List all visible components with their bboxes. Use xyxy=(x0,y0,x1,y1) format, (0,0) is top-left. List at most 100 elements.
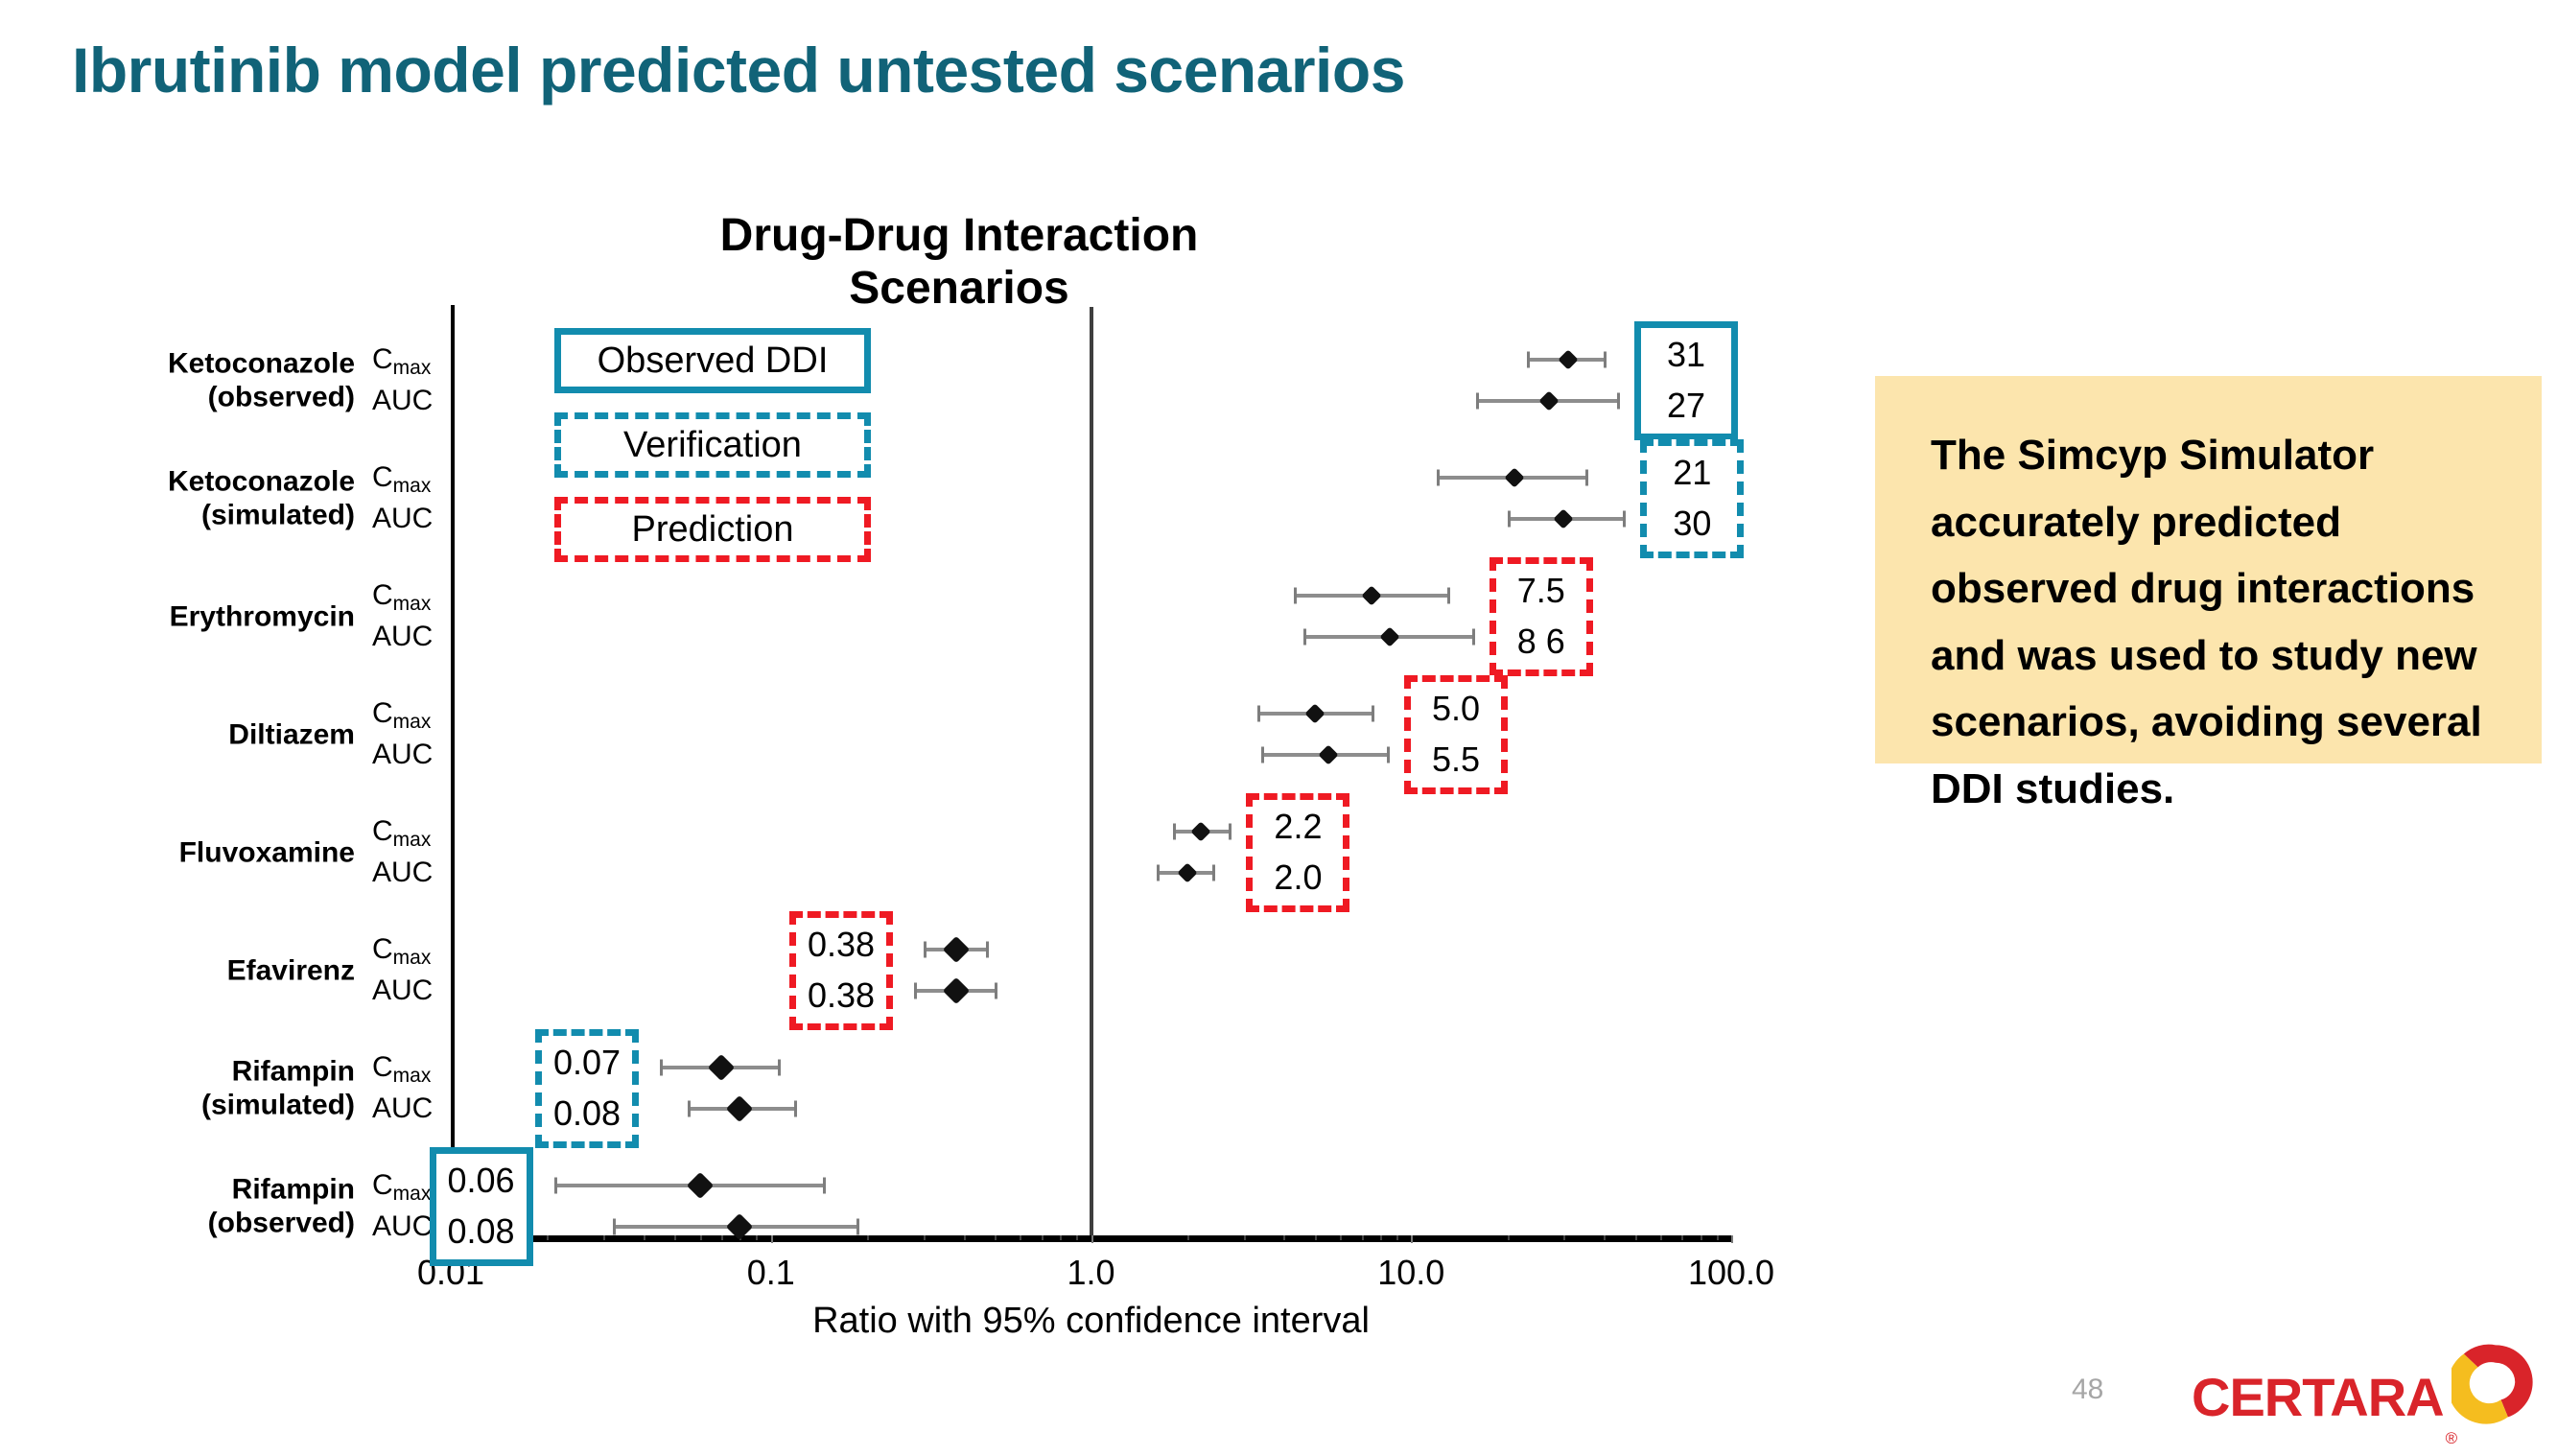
page-number: 48 xyxy=(2072,1374,2104,1405)
row-metric-label: AUC xyxy=(372,857,434,888)
x-minor-tick xyxy=(1681,1235,1684,1240)
x-tick xyxy=(1411,1235,1414,1243)
row-group-line1: Fluvoxamine xyxy=(178,835,355,868)
callout-panel: The Simcyp Simulator accurately predicte… xyxy=(1875,376,2542,812)
x-tick xyxy=(1731,1235,1733,1243)
data-point-marker xyxy=(1538,390,1560,411)
x-minor-tick xyxy=(547,1235,550,1240)
row-value-text: 5.0 xyxy=(1431,689,1480,729)
row-metric-label: AUC xyxy=(372,739,434,770)
row-value-box: 2.2 2.0 xyxy=(1246,792,1350,912)
confidence-interval-cap xyxy=(986,941,990,958)
row-value-box: 5.0 5.5 xyxy=(1403,674,1508,794)
legend-item-1: Verification xyxy=(554,412,871,478)
data-point-marker xyxy=(726,1094,754,1123)
row-value-box: 7.5 8 6 xyxy=(1489,556,1593,676)
row-metric-label: Cmax xyxy=(372,933,432,969)
confidence-interval-cap xyxy=(1507,510,1511,528)
legend-item-label: Prediction xyxy=(631,508,794,550)
x-minor-tick xyxy=(674,1235,677,1240)
row-group-label: Rifampin (simulated) xyxy=(96,1054,355,1122)
legend-item-label: Observed DDI xyxy=(597,340,829,381)
confidence-interval-cap xyxy=(1617,392,1620,410)
confidence-interval-cap xyxy=(660,1059,663,1076)
confidence-interval-cap xyxy=(612,1218,616,1235)
row-metric-label: AUC xyxy=(372,621,434,652)
x-tick-label: 0.1 xyxy=(746,1253,795,1292)
x-minor-tick xyxy=(1604,1235,1607,1240)
row-value-text: 7.5 xyxy=(1516,571,1565,611)
data-point-marker xyxy=(1553,508,1575,529)
row-group-line2: (simulated) xyxy=(200,1089,355,1121)
confidence-interval-cap xyxy=(777,1059,781,1076)
x-minor-tick xyxy=(1076,1235,1079,1240)
x-tick xyxy=(770,1235,773,1243)
data-point-marker xyxy=(1558,349,1579,370)
row-value-text: 27 xyxy=(1666,385,1706,425)
x-minor-tick xyxy=(1659,1235,1662,1240)
x-minor-tick xyxy=(1041,1235,1044,1240)
confidence-interval-cap xyxy=(856,1218,859,1235)
row-value-text: 0.38 xyxy=(807,975,876,1015)
x-minor-tick xyxy=(721,1235,724,1240)
confidence-interval-cap xyxy=(1604,351,1607,368)
confidence-interval-cap xyxy=(1256,705,1260,722)
x-minor-tick xyxy=(699,1235,702,1240)
data-point-marker xyxy=(686,1171,714,1200)
x-minor-tick xyxy=(1186,1235,1189,1240)
confidence-interval-cap xyxy=(553,1177,557,1194)
confidence-interval-cap xyxy=(1212,864,1216,881)
row-value-box: 0.07 0.08 xyxy=(535,1028,639,1148)
x-minor-tick xyxy=(1379,1235,1382,1240)
confidence-interval-cap xyxy=(1229,823,1232,840)
confidence-interval-cap xyxy=(1584,469,1588,486)
data-point-marker xyxy=(1504,467,1525,488)
confidence-interval-cap xyxy=(1156,864,1160,881)
row-group-line1: Ketoconazole xyxy=(167,465,355,498)
legend-item-0: Observed DDI xyxy=(554,328,871,393)
row-group-label: Fluvoxamine xyxy=(96,835,355,869)
confidence-interval-cap xyxy=(1623,510,1627,528)
x-minor-tick xyxy=(995,1235,997,1240)
row-metric-label: AUC xyxy=(372,1092,434,1124)
row-metric-label: Cmax xyxy=(372,815,432,851)
confidence-interval-cap xyxy=(1436,469,1440,486)
row-group-line2: (observed) xyxy=(207,1207,355,1239)
row-group-line1: Diltiazem xyxy=(228,717,355,750)
row-group-label: Efavirenz xyxy=(96,953,355,987)
confidence-interval-cap xyxy=(995,982,998,999)
row-metric-label: AUC xyxy=(372,975,434,1006)
row-value-text: 21 xyxy=(1673,453,1712,493)
row-metric-label: Cmax xyxy=(372,1051,432,1087)
data-point-marker xyxy=(943,935,971,964)
confidence-interval-cap xyxy=(688,1100,692,1117)
data-point-marker xyxy=(1304,703,1325,724)
row-value-box: 0.06 0.08 xyxy=(429,1146,533,1266)
data-point-marker xyxy=(943,976,971,1005)
row-group-label: Erythromycin xyxy=(96,599,355,633)
confidence-interval-cap xyxy=(923,941,927,958)
confidence-interval-cap xyxy=(1447,587,1451,604)
confidence-interval-cap xyxy=(913,982,917,999)
data-point-marker xyxy=(1177,862,1198,883)
row-value-text: 31 xyxy=(1666,335,1706,375)
confidence-interval-cap xyxy=(1386,746,1390,763)
row-value-text: 0.06 xyxy=(447,1161,515,1201)
y-axis-line xyxy=(451,305,455,1237)
row-group-line1: Rifampin xyxy=(231,1055,355,1088)
data-point-marker xyxy=(707,1053,736,1082)
row-metric-label: Cmax xyxy=(372,1169,432,1205)
row-group-label: Ketoconazole (simulated) xyxy=(96,464,355,532)
x-tick xyxy=(1091,1235,1093,1243)
x-minor-tick xyxy=(603,1235,606,1240)
confidence-interval-cap xyxy=(1302,628,1306,646)
x-minor-tick xyxy=(1283,1235,1286,1240)
row-value-text: 8 6 xyxy=(1516,621,1565,661)
x-minor-tick xyxy=(643,1235,645,1240)
row-value-text: 0.07 xyxy=(552,1043,622,1083)
legend-item-2: Prediction xyxy=(554,497,871,562)
x-minor-tick xyxy=(963,1235,966,1240)
callout-text: The Simcyp Simulator accurately predicte… xyxy=(1931,432,2482,812)
row-metric-label: AUC xyxy=(372,503,434,534)
row-group-line1: Erythromycin xyxy=(169,599,355,632)
